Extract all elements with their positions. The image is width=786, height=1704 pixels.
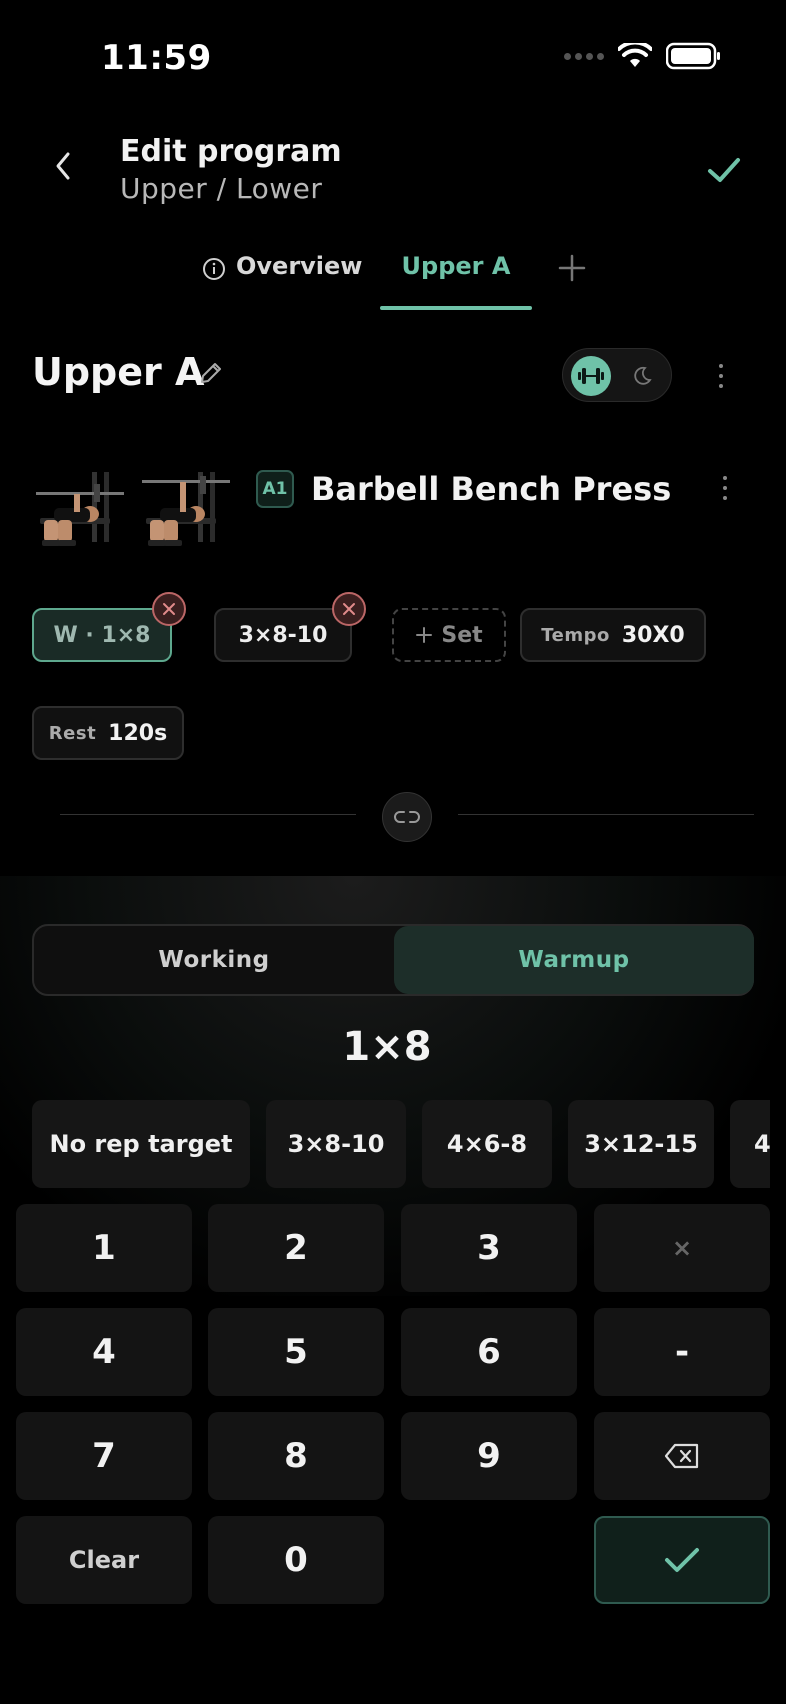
warmup-set-chip[interactable]: W · 1×8 xyxy=(32,608,172,662)
backspace-icon xyxy=(664,1443,699,1469)
tab-overview[interactable]: Overview xyxy=(202,240,362,312)
add-day-tab[interactable] xyxy=(556,240,588,312)
segment-working[interactable]: Working xyxy=(34,926,394,994)
key-1[interactable]: 1 xyxy=(16,1204,192,1292)
tab-overview-label: Overview xyxy=(236,252,363,280)
moon-icon[interactable] xyxy=(627,361,657,391)
day-more-icon[interactable] xyxy=(716,364,726,388)
set-editor-sheet: Working Warmup 1×8 No rep target 3×8-10 … xyxy=(0,876,786,1704)
remove-warmup-icon[interactable] xyxy=(152,592,186,626)
add-set-label: Set xyxy=(441,622,483,648)
active-tab-indicator xyxy=(380,306,532,310)
cellular-signal-icon xyxy=(564,52,604,60)
tab-upper-a[interactable]: Upper A xyxy=(380,240,532,312)
header: Edit program Upper / Lower xyxy=(0,120,786,220)
preset-chip[interactable]: 3×12-15 xyxy=(568,1100,714,1188)
preset-chip[interactable]: No rep target xyxy=(32,1100,250,1188)
battery-icon xyxy=(666,42,720,70)
page-subtitle: Upper / Lower xyxy=(120,172,323,205)
remove-working-icon[interactable] xyxy=(332,592,366,626)
wifi-icon xyxy=(618,43,652,67)
key-3[interactable]: 3 xyxy=(401,1204,577,1292)
bench-press-end-image xyxy=(142,472,230,546)
tab-upper-a-label: Upper A xyxy=(401,252,511,280)
exercise-order-badge: A1 xyxy=(256,470,294,508)
plus-icon xyxy=(416,627,433,643)
confirm-key[interactable] xyxy=(594,1516,770,1604)
bench-press-start-image xyxy=(36,472,124,546)
back-chevron-icon[interactable] xyxy=(46,148,82,184)
preset-chip[interactable]: 4 xyxy=(730,1100,770,1188)
rest-value: 120s xyxy=(108,720,168,746)
status-bar: 11:59 xyxy=(0,0,786,110)
key-multiply[interactable]: × xyxy=(594,1204,770,1292)
page-title: Edit program xyxy=(120,134,342,169)
tempo-label: Tempo xyxy=(541,624,610,646)
link-superset-icon[interactable] xyxy=(382,792,432,842)
divider xyxy=(458,814,754,815)
plus-icon xyxy=(558,254,586,282)
divider xyxy=(60,814,356,815)
add-set-button[interactable]: Set xyxy=(392,608,506,662)
mode-toggle[interactable] xyxy=(562,348,672,402)
key-dash[interactable]: - xyxy=(594,1308,770,1396)
day-title: Upper A xyxy=(32,350,205,394)
clear-key[interactable]: Clear xyxy=(16,1516,192,1604)
segment-warmup[interactable]: Warmup xyxy=(394,926,754,994)
save-check-icon[interactable] xyxy=(702,148,746,192)
key-0[interactable]: 0 xyxy=(208,1516,384,1604)
checkmark-icon xyxy=(665,1548,699,1572)
exercise-thumbnails xyxy=(30,462,232,558)
info-icon xyxy=(203,258,225,280)
key-8[interactable]: 8 xyxy=(208,1412,384,1500)
key-5[interactable]: 5 xyxy=(208,1308,384,1396)
tempo-chip[interactable]: Tempo 30X0 xyxy=(520,608,706,662)
backspace-key[interactable] xyxy=(594,1412,770,1500)
pencil-icon[interactable] xyxy=(198,360,224,386)
preset-chip[interactable]: 3×8-10 xyxy=(266,1100,406,1188)
exercise-name[interactable]: Barbell Bench Press xyxy=(311,470,671,508)
status-time: 11:59 xyxy=(101,38,212,78)
tempo-value: 30X0 xyxy=(621,622,685,648)
key-7[interactable]: 7 xyxy=(16,1412,192,1500)
key-6[interactable]: 6 xyxy=(401,1308,577,1396)
status-icons xyxy=(564,42,722,70)
dumbbell-icon[interactable] xyxy=(571,356,611,396)
working-set-chip[interactable]: 3×8-10 xyxy=(214,608,352,662)
current-value-display: 1×8 xyxy=(342,1024,432,1070)
preset-chip[interactable]: 4×6-8 xyxy=(422,1100,552,1188)
tab-bar: Overview Upper A xyxy=(0,240,786,312)
preset-list: No rep target 3×8-10 4×6-8 3×12-15 4 xyxy=(32,1100,770,1188)
set-type-segmented-control: Working Warmup xyxy=(32,924,754,996)
rest-label: Rest xyxy=(48,722,97,744)
key-9[interactable]: 9 xyxy=(401,1412,577,1500)
exercise-more-icon[interactable] xyxy=(720,476,730,500)
key-4[interactable]: 4 xyxy=(16,1308,192,1396)
key-2[interactable]: 2 xyxy=(208,1204,384,1292)
rest-chip[interactable]: Rest 120s xyxy=(32,706,184,760)
